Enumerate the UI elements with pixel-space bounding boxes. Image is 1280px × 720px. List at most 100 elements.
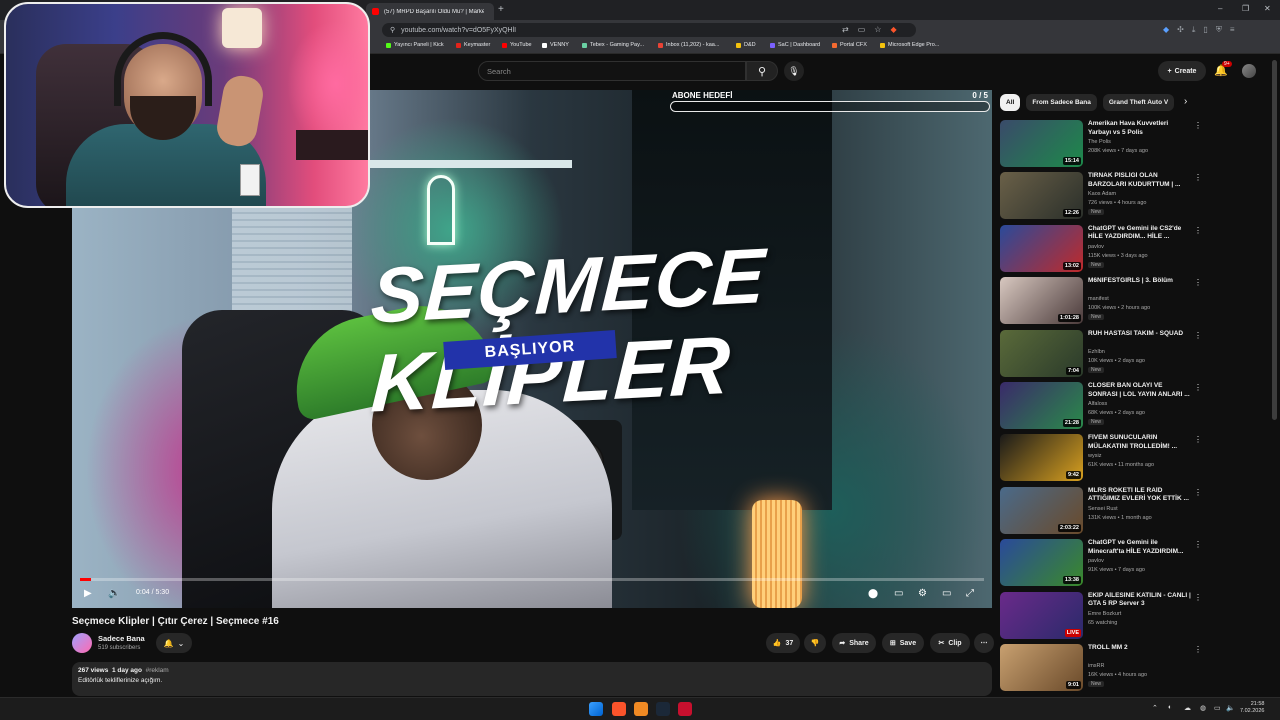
voice-search-button[interactable]: 🎙 bbox=[784, 61, 804, 81]
more-vertical-icon[interactable]: ⋮ bbox=[1194, 540, 1202, 549]
recommendation-thumbnail[interactable]: 21:28 bbox=[1000, 382, 1083, 429]
recommendation-title[interactable]: Amerikan Hava Kuvvetleri Yarbayı vs 5 Po… bbox=[1088, 120, 1192, 137]
recommendation-title[interactable]: FİVEM SUNUCULARIN MÜLAKATINI TROLLEDİM! … bbox=[1088, 434, 1192, 451]
recommendation-title[interactable]: CLOSER BAN OLAYI VE SONRASI | LOL YAYIN … bbox=[1088, 382, 1192, 399]
chip-gta-v[interactable]: Grand Theft Auto V bbox=[1102, 94, 1175, 111]
channel-name[interactable]: Sadece Bana bbox=[98, 634, 145, 643]
recommendation-thumbnail[interactable]: 9:01 bbox=[1000, 644, 1083, 691]
bookmark-item[interactable]: D&D bbox=[736, 42, 756, 48]
recommendation-item[interactable]: 1:01:28 M6NIFESTGIRLS | 3. Bölüm manifest 1… bbox=[1000, 277, 1202, 327]
recommendation-channel[interactable]: imsRR bbox=[1088, 663, 1105, 669]
volume-icon[interactable]: 🔈 bbox=[108, 588, 120, 599]
save-button[interactable]: ⊞ Save bbox=[882, 633, 924, 653]
more-vertical-icon[interactable]: ⋮ bbox=[1194, 121, 1202, 130]
recommendation-title[interactable]: M6NIFESTGIRLS | 3. Bölüm bbox=[1088, 277, 1192, 286]
minimize-button[interactable]: – bbox=[1218, 4, 1222, 13]
steam-icon[interactable] bbox=[656, 702, 670, 716]
bookmark-star-icon[interactable]: ☆ bbox=[874, 25, 881, 34]
recommendation-thumbnail[interactable]: 13:38 bbox=[1000, 539, 1083, 587]
bookmark-item[interactable]: Microsoft Edge Pro... bbox=[880, 42, 939, 48]
download-icon[interactable]: ⤓ bbox=[1192, 25, 1196, 35]
url-field[interactable]: ⚲ youtube.com/watch?v=dO5FyXyQHlI bbox=[382, 23, 916, 37]
hashtag-link[interactable]: #reklam bbox=[146, 667, 169, 674]
recommendation-thumbnail[interactable]: 13:02 bbox=[1000, 224, 1083, 272]
subtitles-icon[interactable]: ▭ bbox=[894, 588, 903, 599]
recommendation-channel[interactable]: pavlov bbox=[1088, 244, 1104, 250]
play-icon[interactable]: ▶ bbox=[84, 588, 92, 599]
extension-icon[interactable]: ◆ bbox=[1163, 25, 1169, 35]
more-vertical-icon[interactable]: ⋮ bbox=[1194, 173, 1202, 182]
tray-app-icon[interactable]: ◍ bbox=[1200, 704, 1206, 712]
recommendation-title[interactable]: ChatGPT ve Gemini ile Minecraft'ta HİLE … bbox=[1088, 539, 1192, 556]
browser-tab-active[interactable]: (57) MRPD Başarılı Oldu Mu? | Marke... bbox=[366, 3, 494, 20]
recommendation-item[interactable]: 13:38 ChatGPT ve Gemini ile Minecraft'ta … bbox=[1000, 539, 1202, 589]
video-progress-bar[interactable] bbox=[80, 578, 984, 581]
app-icon[interactable] bbox=[634, 702, 648, 716]
recommendation-item[interactable]: 9:42 FİVEM SUNUCULARIN MÜLAKATINI TROLLED… bbox=[1000, 434, 1202, 484]
recommendation-channel[interactable]: The Polis bbox=[1088, 139, 1111, 145]
recommendation-channel[interactable]: pavlov bbox=[1088, 558, 1104, 564]
bookmark-item[interactable]: Inbox (11,202) - kaa... bbox=[658, 42, 719, 48]
share-button[interactable]: ➦ Share bbox=[832, 633, 876, 653]
settings-gear-icon[interactable]: ⚙ bbox=[918, 588, 927, 599]
maximize-button[interactable]: ❐ bbox=[1242, 4, 1249, 13]
more-vertical-icon[interactable]: ⋮ bbox=[1194, 278, 1202, 287]
recommendation-title[interactable]: MLRS ROKETİ İLE RAİD ATTIĞIMIZ EVLERİ YO… bbox=[1088, 487, 1192, 504]
new-tab-button[interactable]: + bbox=[498, 4, 504, 15]
recommendation-channel[interactable]: Kaos Adam bbox=[1088, 191, 1116, 197]
create-button[interactable]: + Create bbox=[1158, 61, 1206, 81]
recommendation-title[interactable]: ChatGPT ve Gemini ile CS2'de HİLE YAZDIR… bbox=[1088, 225, 1192, 242]
search-input[interactable]: Search bbox=[478, 61, 746, 81]
bookmark-item[interactable]: Tebex - Gaming Pay... bbox=[582, 42, 644, 48]
more-vertical-icon[interactable]: ⋮ bbox=[1194, 645, 1202, 654]
recommendation-channel[interactable]: Ezhlbn bbox=[1088, 349, 1105, 355]
recommendation-item[interactable]: 9:01 TROLL MM 2 imsRR 16K views • 4 hours a… bbox=[1000, 644, 1202, 694]
recommendation-channel[interactable]: wysiz bbox=[1088, 453, 1101, 459]
clip-button[interactable]: ✂ Clip bbox=[930, 633, 970, 653]
translate-icon[interactable]: ⇄ bbox=[842, 25, 849, 34]
fullscreen-icon[interactable]: ⤢ bbox=[966, 588, 974, 599]
bookmark-item[interactable]: YouTube bbox=[502, 42, 532, 48]
shield-icon[interactable]: ⛨ bbox=[1216, 25, 1222, 35]
page-scrollbar[interactable] bbox=[1272, 60, 1277, 420]
bookmark-item[interactable]: Yayıncı Paneli | Kick bbox=[386, 42, 444, 48]
recommendation-channel[interactable]: Emre Bozkurt bbox=[1088, 611, 1121, 617]
recommendation-item[interactable]: LIVE EKİP AİLESİNE KATILIN - CANLI | GTA … bbox=[1000, 591, 1202, 642]
more-actions-button[interactable]: ⋯ bbox=[974, 633, 994, 653]
recommendation-title[interactable]: EKİP AİLESİNE KATILIN - CANLI | GTA 5 RP… bbox=[1088, 592, 1192, 609]
theater-mode-icon[interactable]: ▭ bbox=[942, 588, 951, 599]
puzzle-icon[interactable]: ✣ bbox=[1177, 25, 1184, 35]
tray-app-icon[interactable]: ☁ bbox=[1184, 704, 1191, 712]
recommendation-thumbnail[interactable]: 1:01:28 bbox=[1000, 277, 1083, 325]
recommendation-item[interactable]: 7:04 RUH HASTASI TAKIM - SQUAD Ezhlbn 10K v… bbox=[1000, 329, 1202, 380]
recommendation-thumbnail[interactable]: 12:26 bbox=[1000, 172, 1083, 220]
bookmark-item[interactable]: Portal CFX bbox=[832, 42, 867, 48]
more-vertical-icon[interactable]: ⋮ bbox=[1194, 593, 1202, 602]
recommendation-thumbnail[interactable]: 2:03:22 bbox=[1000, 486, 1083, 534]
more-vertical-icon[interactable]: ⋮ bbox=[1194, 226, 1202, 235]
account-avatar[interactable] bbox=[1242, 64, 1256, 78]
recommendation-item[interactable]: 12:26 TIRNAK PİSLİĞİ OLAN BARZOLARI KUDUR… bbox=[1000, 172, 1202, 222]
chip-all[interactable]: All bbox=[1000, 94, 1021, 111]
recommendation-item[interactable]: 13:02 ChatGPT ve Gemini ile CS2'de HİLE Y… bbox=[1000, 224, 1202, 275]
recommendation-item[interactable]: 2:03:22 MLRS ROKETİ İLE RAİD ATTIĞIMIZ EV… bbox=[1000, 486, 1202, 537]
site-info-icon[interactable]: ⚲ bbox=[390, 26, 395, 34]
channel-avatar[interactable] bbox=[72, 633, 92, 653]
bookmark-item[interactable]: Keymaster bbox=[456, 42, 490, 48]
volume-tray-icon[interactable]: 🔈 bbox=[1226, 704, 1235, 712]
chevron-right-icon[interactable]: › bbox=[1184, 96, 1187, 107]
brave-browser-icon[interactable] bbox=[612, 702, 626, 716]
app-icon[interactable] bbox=[678, 702, 692, 716]
recommendation-item[interactable]: 15:14 Amerikan Hava Kuvvetleri Yarbayı vs… bbox=[1000, 120, 1202, 170]
more-vertical-icon[interactable]: ⋮ bbox=[1194, 435, 1202, 444]
recommendation-channel[interactable]: Alfaloss bbox=[1088, 401, 1107, 407]
recommendation-thumbnail[interactable]: 7:04 bbox=[1000, 329, 1083, 377]
recommendation-title[interactable]: TIRNAK PİSLİĞİ OLAN BARZOLARI KUDURTTUM … bbox=[1088, 172, 1192, 189]
subscription-bell-button[interactable]: 🔔 ⌄ bbox=[156, 633, 192, 653]
recommendation-channel[interactable]: Sensei Rust bbox=[1088, 506, 1118, 512]
screenshot-icon[interactable]: ▭ bbox=[858, 25, 866, 34]
bookmark-item[interactable]: SaC | Dashboard bbox=[770, 42, 820, 48]
close-window-button[interactable]: ✕ bbox=[1264, 4, 1271, 13]
chip-from-channel[interactable]: From Sadece Bana bbox=[1026, 94, 1097, 111]
menu-icon[interactable]: ≡ bbox=[1230, 25, 1235, 35]
